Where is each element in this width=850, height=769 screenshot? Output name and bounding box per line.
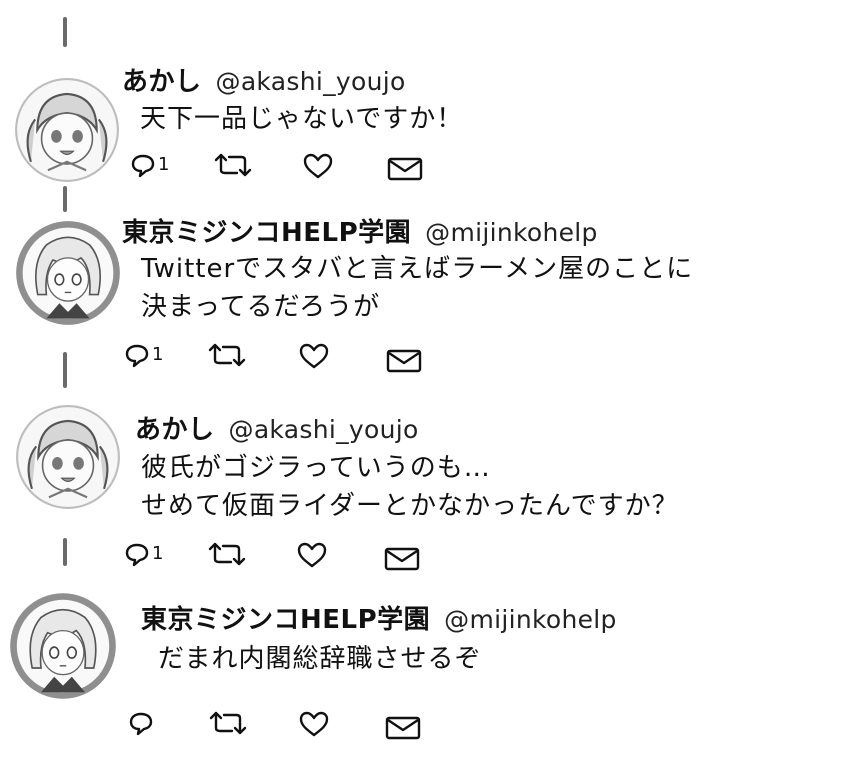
tweet-header: 東京ミジンコHELP学園 @mijinkohelp bbox=[122, 220, 598, 246]
thread-connector bbox=[63, 17, 67, 47]
reply-count: 1 bbox=[152, 543, 164, 564]
author-name[interactable]: 東京ミジンコHELP学園 bbox=[122, 218, 411, 248]
message-icon bbox=[386, 349, 422, 373]
bob-hair-girl-avatar bbox=[10, 593, 116, 699]
author-handle[interactable]: @akashi_youjo bbox=[216, 67, 406, 96]
avatar[interactable] bbox=[15, 404, 121, 510]
like-button[interactable] bbox=[302, 152, 334, 180]
reply-button[interactable]: 1 bbox=[130, 152, 169, 178]
like-icon bbox=[303, 153, 333, 179]
reply-button[interactable] bbox=[128, 710, 156, 736]
like-button[interactable] bbox=[298, 342, 330, 370]
reply-icon bbox=[125, 344, 149, 368]
retweet-button[interactable] bbox=[213, 152, 253, 178]
avatar[interactable] bbox=[8, 591, 118, 701]
reply-count: 1 bbox=[152, 344, 164, 365]
retweet-icon bbox=[208, 343, 246, 367]
retweet-button[interactable] bbox=[207, 541, 247, 567]
like-icon bbox=[297, 542, 327, 568]
retweet-button[interactable] bbox=[208, 710, 248, 736]
tweet-header: あかし @akashi_youjo bbox=[135, 417, 419, 443]
message-icon bbox=[387, 157, 423, 181]
reply-icon bbox=[129, 712, 153, 736]
retweet-icon bbox=[208, 542, 246, 566]
reply-count: 1 bbox=[158, 154, 170, 175]
message-button[interactable] bbox=[387, 156, 423, 182]
author-name[interactable]: 東京ミジンコHELP学園 bbox=[141, 605, 430, 635]
tweet-text: Twitterでスタバと言えばラーメン屋のことに 決まってるだろうが bbox=[141, 254, 694, 322]
tweet-header: あかし @akashi_youjo bbox=[122, 69, 406, 95]
author-handle[interactable]: @akashi_youjo bbox=[229, 415, 419, 444]
thread-connector bbox=[63, 352, 67, 388]
tweet-actions bbox=[128, 710, 438, 740]
twin-tail-girl-avatar bbox=[15, 78, 119, 182]
message-button[interactable] bbox=[385, 715, 421, 741]
message-icon bbox=[385, 716, 421, 740]
tweet-text: だまれ内閣総辞職させるぞ bbox=[158, 644, 482, 674]
tweet-text: 天下一品じゃないですか！ bbox=[140, 104, 464, 134]
author-name[interactable]: あかし bbox=[135, 415, 215, 445]
retweet-button[interactable] bbox=[207, 342, 247, 368]
bob-hair-girl-avatar bbox=[16, 221, 120, 325]
author-name[interactable]: あかし bbox=[122, 67, 202, 97]
message-icon bbox=[384, 547, 420, 571]
reply-icon bbox=[131, 154, 155, 178]
avatar[interactable] bbox=[14, 77, 120, 183]
retweet-icon bbox=[214, 153, 252, 177]
reply-button[interactable]: 1 bbox=[124, 342, 163, 368]
tweet-actions: 1 bbox=[124, 541, 434, 571]
message-button[interactable] bbox=[386, 348, 422, 374]
reply-button[interactable]: 1 bbox=[124, 541, 163, 567]
like-button[interactable] bbox=[298, 710, 330, 738]
avatar[interactable] bbox=[14, 219, 122, 327]
reply-icon bbox=[125, 543, 149, 567]
tweet-text: 彼氏がゴジラっていうのも… せめて仮面ライダーとかなかったんですか？ bbox=[141, 453, 679, 521]
retweet-icon bbox=[209, 711, 247, 735]
like-icon bbox=[299, 343, 329, 369]
tweet-actions: 1 bbox=[130, 152, 430, 182]
thread-connector bbox=[63, 538, 67, 566]
like-icon bbox=[299, 711, 329, 737]
author-handle[interactable]: @mijinkohelp bbox=[425, 218, 598, 247]
twin-tail-girl-avatar bbox=[16, 405, 120, 509]
thread-connector bbox=[63, 186, 67, 212]
tweet-actions: 1 bbox=[124, 342, 434, 374]
like-button[interactable] bbox=[296, 541, 328, 569]
author-handle[interactable]: @mijinkohelp bbox=[444, 605, 617, 634]
message-button[interactable] bbox=[384, 546, 420, 572]
tweet-header: 東京ミジンコHELP学園 @mijinkohelp bbox=[141, 607, 617, 633]
